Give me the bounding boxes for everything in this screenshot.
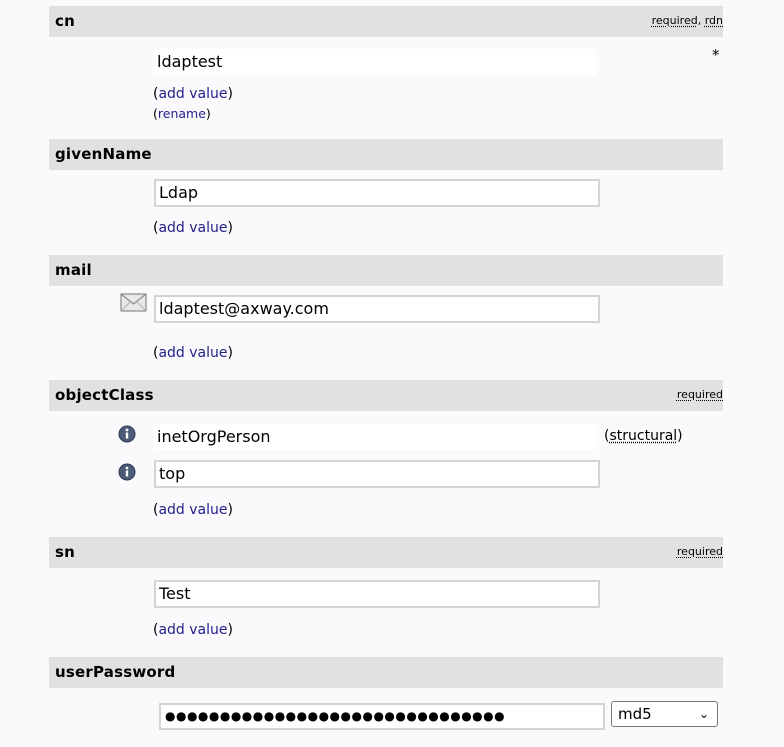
- required-flag: required: [651, 14, 698, 27]
- attr-header-cn: cn required, rdn: [49, 6, 723, 37]
- cn-add-value: (add value): [153, 86, 233, 102]
- objectclass-input[interactable]: top: [154, 460, 600, 488]
- attr-name: objectClass: [55, 386, 154, 404]
- add-value-link[interactable]: add value: [158, 86, 227, 102]
- sn-input[interactable]: Test: [154, 580, 600, 608]
- info-icon[interactable]: [118, 463, 136, 481]
- attr-header-sn: sn required: [49, 537, 723, 568]
- attr-flags: required, rdn: [651, 14, 723, 27]
- sn-add-value: (add value): [153, 622, 233, 638]
- structural-label: (structural): [604, 428, 683, 444]
- required-flag: required: [676, 545, 723, 558]
- password-input[interactable]: ●●●●●●●●●●●●●●●●●●●●●●●●●●●●●●●: [159, 703, 605, 730]
- attr-flags: required: [677, 545, 723, 558]
- add-value-link[interactable]: add value: [158, 220, 227, 236]
- attr-flags: required: [677, 388, 723, 401]
- structural-link[interactable]: structural: [609, 428, 677, 444]
- mail-input[interactable]: ldaptest@axway.com: [154, 295, 600, 323]
- add-value-link[interactable]: add value: [158, 345, 227, 361]
- hash-select[interactable]: md5 ⌄: [611, 701, 718, 727]
- rdn-marker: *: [712, 46, 720, 64]
- givenname-add-value: (add value): [153, 220, 233, 236]
- attr-name: sn: [55, 543, 76, 561]
- attr-name: mail: [55, 261, 92, 279]
- givenname-input[interactable]: Ldap: [154, 179, 600, 207]
- attr-name: givenName: [55, 145, 152, 163]
- objectclass-add-value: (add value): [153, 502, 233, 518]
- cn-value: ldaptest: [154, 49, 596, 75]
- required-flag: required: [676, 388, 723, 401]
- hash-selected: md5: [618, 705, 652, 723]
- mail-add-value: (add value): [153, 345, 233, 361]
- info-icon[interactable]: [118, 425, 136, 443]
- attr-header-mail: mail: [49, 255, 723, 286]
- add-value-link[interactable]: add value: [158, 502, 227, 518]
- attr-name: cn: [55, 12, 75, 30]
- envelope-icon[interactable]: [120, 293, 147, 312]
- attr-header-givenname: givenName: [49, 139, 723, 170]
- attr-header-userpassword: userPassword: [49, 657, 723, 688]
- attr-name: userPassword: [55, 663, 176, 681]
- rename-link[interactable]: rename: [158, 106, 206, 121]
- add-value-link[interactable]: add value: [158, 622, 227, 638]
- rdn-flag: rdn: [704, 14, 723, 27]
- cn-rename: (rename): [153, 106, 211, 121]
- objectclass-value: inetOrgPerson: [154, 424, 596, 450]
- attr-header-objectclass: objectClass required: [49, 380, 723, 411]
- chevron-down-icon: ⌄: [698, 707, 709, 721]
